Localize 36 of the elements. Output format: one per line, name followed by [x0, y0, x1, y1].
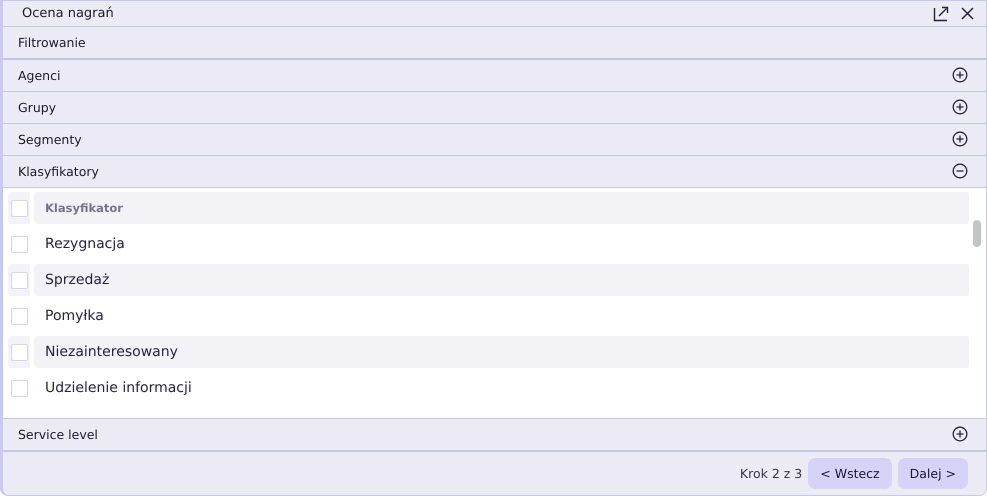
close-icon [960, 7, 974, 20]
plus-circle-icon [952, 98, 968, 114]
checkbox[interactable] [10, 236, 28, 252]
step-indicator: Krok 2 z 3 [740, 466, 802, 481]
checkbox[interactable] [10, 380, 28, 396]
checkbox[interactable] [10, 272, 28, 288]
checkbox[interactable] [10, 308, 28, 324]
toggle-button[interactable] [952, 66, 970, 84]
toggle-button[interactable] [952, 162, 970, 180]
section-label: Segmenty [18, 132, 83, 147]
table-cell: Sprzedaż [34, 264, 969, 296]
back-button[interactable]: < Wstecz [808, 458, 892, 489]
toggle-button[interactable] [952, 426, 970, 444]
table-cell: Niezainteresowany [34, 336, 969, 368]
section-label: Agenci [18, 68, 62, 83]
table-cell-text: Pomyłka [44, 307, 105, 326]
plus-circle-icon [952, 66, 968, 82]
popout-button[interactable] [932, 4, 950, 22]
plus-circle-icon [952, 130, 968, 146]
plus-circle-icon [952, 426, 968, 442]
table-cell-text: Rezygnacja [44, 235, 126, 254]
popout-icon [933, 6, 949, 22]
minus-circle-icon [952, 162, 968, 178]
column-header: Klasyfikator [34, 192, 969, 224]
next-button[interactable]: Dalej > [898, 458, 968, 489]
window-title: Ocena nagrań [22, 6, 115, 21]
section-label: Klasyfikatory [18, 164, 100, 179]
section-label: Grupy [18, 100, 58, 115]
filter-label: Filtrowanie [18, 35, 87, 50]
checkbox[interactable] [10, 344, 28, 360]
checkbox[interactable] [10, 200, 28, 216]
toggle-button[interactable] [952, 98, 970, 116]
scrollbar-thumb[interactable] [973, 220, 981, 247]
toggle-button[interactable] [952, 130, 970, 148]
table-cell-text: Udzielenie informacji [44, 379, 193, 398]
section-label: Service level [18, 427, 99, 442]
